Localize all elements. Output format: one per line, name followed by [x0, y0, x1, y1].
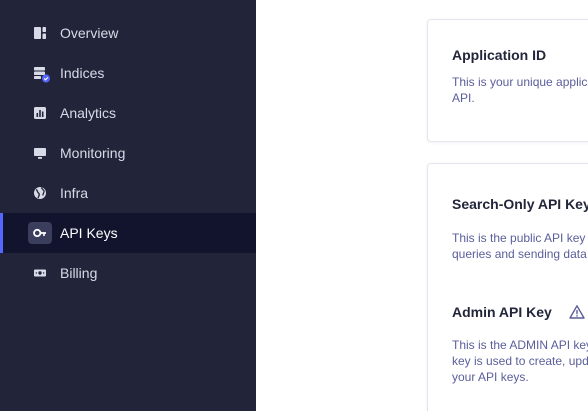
sidebar: Overview Indices Analytics Monitoring In…	[0, 0, 256, 411]
sidebar-item-monitoring[interactable]: Monitoring	[0, 133, 256, 173]
application-id-description-line-1: This is your unique applica	[452, 75, 588, 89]
search-only-description-line-2: queries and sending data	[452, 247, 587, 261]
billing-icon	[34, 269, 46, 277]
sidebar-item-label: Infra	[60, 185, 89, 201]
sidebar-item-api-keys[interactable]: API Keys	[0, 213, 256, 253]
admin-description-line-1: This is the ADMIN API key	[452, 338, 588, 352]
search-only-api-key-title: Search-Only API Key	[452, 196, 588, 212]
application-id-card: Application ID This is your unique appli…	[427, 19, 588, 142]
sidebar-item-analytics[interactable]: Analytics	[0, 93, 256, 133]
sidebar-item-label: Analytics	[60, 105, 117, 121]
sidebar-item-infra[interactable]: Infra	[0, 173, 256, 213]
monitoring-icon	[34, 148, 46, 159]
main-content: Application ID This is your unique appli…	[256, 0, 588, 411]
sidebar-item-label: Billing	[60, 265, 98, 281]
infra-globe-icon	[34, 187, 46, 199]
sidebar-item-indices[interactable]: Indices	[0, 53, 256, 93]
sidebar-item-label: API Keys	[60, 225, 118, 241]
admin-api-key-title: Admin API Key	[452, 304, 552, 320]
admin-description-line-2: key is used to create, upda	[452, 354, 588, 368]
app-window: Overview Indices Analytics Monitoring In…	[0, 0, 588, 411]
warning-icon[interactable]	[569, 304, 585, 320]
analytics-icon	[34, 107, 46, 119]
application-id-title: Application ID	[452, 47, 547, 63]
sidebar-item-label: Overview	[60, 25, 119, 41]
indices-icon	[34, 67, 50, 83]
search-only-description-line-1: This is the public API key t	[452, 231, 588, 245]
admin-description-line-3: your API keys.	[452, 370, 529, 384]
overview-icon	[34, 27, 46, 39]
sidebar-item-overview[interactable]: Overview	[0, 13, 256, 53]
api-keys-card: Search-Only API Key This is the public A…	[427, 163, 588, 411]
application-id-description-line-2: API.	[452, 91, 475, 105]
sidebar-item-label: Indices	[60, 65, 105, 81]
sidebar-item-billing[interactable]: Billing	[0, 253, 256, 293]
sidebar-item-label: Monitoring	[60, 145, 126, 161]
key-icon	[33, 228, 46, 238]
